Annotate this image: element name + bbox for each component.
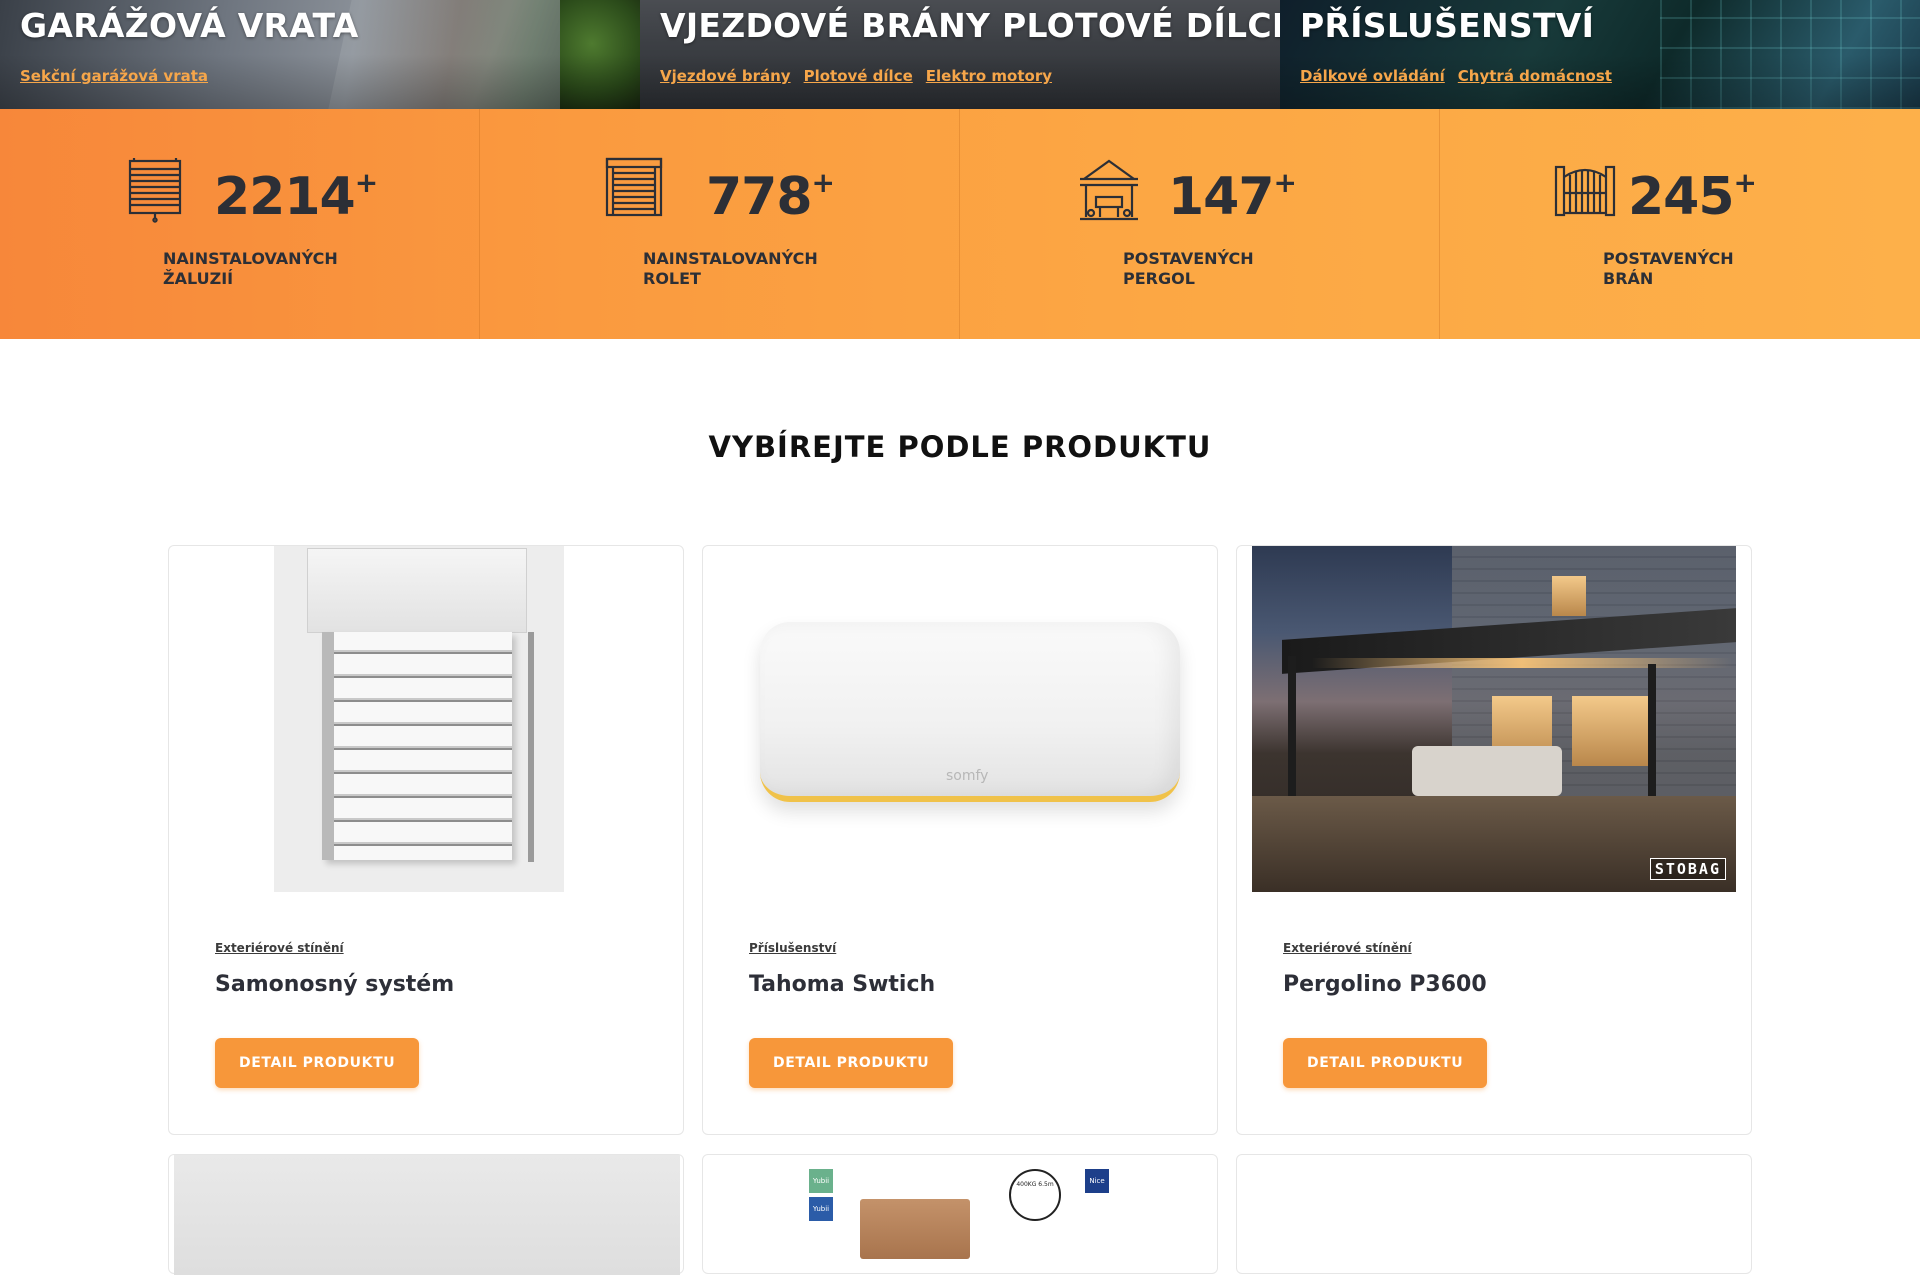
stat-pergolas-label: POSTAVENÝCH PERGOL [1123,249,1254,288]
product-category-link[interactable]: Exteriérové stínění [1283,941,1412,955]
pergola-photo-post [1648,664,1656,814]
exterior-blind-image[interactable] [184,546,668,892]
product-card-samonosny-system[interactable]: Exteriérové stínění Samonosný systém DET… [168,545,684,1135]
pergola-photo-window [1552,576,1586,616]
hero-panel-gates-fences[interactable]: VJEZDOVÉ BRÁNY PLOTOVÉ DÍLCE Vjezdové br… [640,0,1280,109]
pergola-photo-sofa [1412,746,1562,796]
blind-slats [322,632,512,860]
hero-panel-garage-doors[interactable]: GARÁŽOVÁ VRATA Sekční garážová vrata [0,0,640,109]
product-category-link[interactable]: Příslušenství [749,941,836,955]
pergola-photo-light-strip [1312,658,1732,668]
gate-icon [1554,165,1616,217]
stobag-logo: STOBAG [1649,858,1726,880]
hero-title-garage-doors[interactable]: GARÁŽOVÁ VRATA [20,6,620,45]
hero-links-gates-fences: Vjezdové brány Plotové dílce Elektro mot… [660,67,1260,85]
pergola-photo: STOBAG [1252,546,1736,892]
hero-link-fence-panels[interactable]: Plotové dílce [804,67,913,85]
stat-roller-shutters-label: NAINSTALOVANÝCH ROLET [643,249,818,288]
product-detail-button[interactable]: DETAIL PRODUKTU [1283,1038,1488,1088]
blinds-icon [128,158,182,223]
blind-photo-background [274,546,564,892]
somfy-logo: somfy [946,768,989,784]
stats-band: 2214+ NAINSTALOVANÝCH ŽALUZIÍ 778+ NAINST… [0,109,1920,339]
category-hero-strip: GARÁŽOVÁ VRATA Sekční garážová vrata VJE… [0,0,1920,109]
pergola-photo-post [1288,656,1296,816]
product-image[interactable] [1237,1155,1753,1275]
pergola-image[interactable]: STOBAG [1252,546,1736,892]
product-card-pergolino-p3600[interactable]: STOBAG Exteriérové stínění Pergolino P36… [1236,545,1752,1135]
product-title[interactable]: Tahoma Swtich [749,972,935,997]
hero-link-remote-control[interactable]: Dálkové ovládání [1300,67,1445,85]
pergola-photo-window [1572,696,1652,766]
product-title[interactable]: Pergolino P3600 [1283,972,1487,997]
pergola-icon [1080,159,1138,221]
roller-shutter-icon [605,157,663,217]
stat-gates-label: POSTAVENÝCH BRÁN [1603,249,1734,288]
stat-gates: 245+ POSTAVENÝCH BRÁN [1440,109,1920,339]
hero-panel-accessories[interactable]: PŘÍSLUŠENSTVÍ Dálkové ovládání Chytrá do… [1280,0,1920,109]
product-title[interactable]: Samonosný systém [215,972,454,997]
product-image[interactable] [174,1155,680,1275]
hero-link-sectional-garage-doors[interactable]: Sekční garážová vrata [20,67,208,85]
hero-link-smart-home[interactable]: Chytrá domácnost [1458,67,1612,85]
product-card-row2-1[interactable] [168,1154,684,1275]
hero-links-garage-doors: Sekční garážová vrata [20,67,620,85]
product-card-tahoma-switch[interactable]: somfy Příslušenství Tahoma Swtich DETAIL… [702,545,1218,1135]
stat-pergolas-number: 147+ [1168,165,1297,227]
stat-pergolas: 147+ POSTAVENÝCH PERGOL [960,109,1440,339]
yubii-logo: Yubii [809,1169,833,1193]
somfy-hub-device: somfy [760,622,1180,802]
stat-roller-shutters-number: 778+ [706,165,835,227]
blind-head-box [307,548,527,633]
blind-guide-rail [528,632,534,862]
product-image[interactable]: Yubii Yubii 400KG 6.5m Nice [703,1155,1219,1275]
product-card-row2-3[interactable] [1236,1154,1752,1274]
section-title-choose-by-product: VYBÍREJTE PODLE PRODUKTU [708,430,1212,464]
stat-blinds-number: 2214+ [214,165,378,227]
stat-blinds-label: NAINSTALOVANÝCH ŽALUZIÍ [163,249,338,288]
hero-link-electric-motors[interactable]: Elektro motory [926,67,1052,85]
product-category-link[interactable]: Exteriérové stínění [215,941,344,955]
product-box [860,1199,970,1259]
yubii-logo: Yubii [809,1197,833,1221]
product-detail-button[interactable]: DETAIL PRODUKTU [749,1038,954,1088]
hero-link-entrance-gates[interactable]: Vjezdové brány [660,67,791,85]
stat-gates-number: 245+ [1628,165,1757,227]
nice-logo: Nice [1085,1169,1109,1193]
load-capacity-badge: 400KG 6.5m [1009,1169,1061,1221]
hero-links-accessories: Dálkové ovládání Chytrá domácnost [1300,67,1900,85]
stat-roller-shutters: 778+ NAINSTALOVANÝCH ROLET [480,109,960,339]
hero-title-gates-fences[interactable]: VJEZDOVÉ BRÁNY PLOTOVÉ DÍLCE [660,6,1280,45]
stat-blinds: 2214+ NAINSTALOVANÝCH ŽALUZIÍ [0,109,480,339]
hero-title-accessories[interactable]: PŘÍSLUŠENSTVÍ [1300,6,1900,45]
product-detail-button[interactable]: DETAIL PRODUKTU [215,1038,420,1088]
product-card-row2-2[interactable]: Yubii Yubii 400KG 6.5m Nice [702,1154,1218,1274]
somfy-hub-image[interactable]: somfy [718,546,1202,892]
